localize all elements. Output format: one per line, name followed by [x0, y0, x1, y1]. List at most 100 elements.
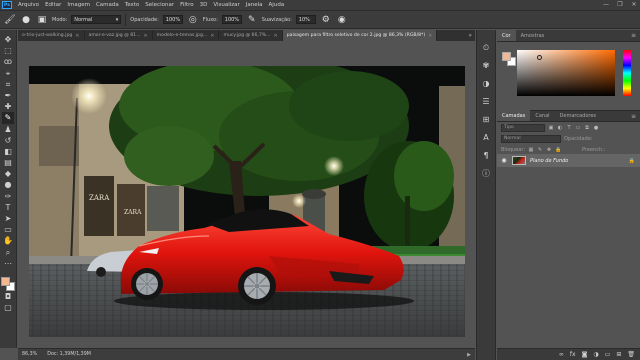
- color-picker-marker[interactable]: [537, 55, 542, 60]
- pen-tool-icon[interactable]: ✑: [2, 191, 14, 202]
- layer-filter-select[interactable]: Tipo: [501, 123, 545, 132]
- menu-texto[interactable]: Texto: [122, 2, 143, 8]
- marquee-tool-icon[interactable]: ⬚: [2, 45, 14, 56]
- libraries-panel-icon[interactable]: ⊞: [480, 114, 492, 126]
- smoothing-input[interactable]: 10%: [295, 15, 316, 24]
- eraser-tool-icon[interactable]: ◧: [2, 146, 14, 157]
- history-panel-icon[interactable]: ⏲: [480, 42, 492, 54]
- character-panel-icon[interactable]: A: [480, 132, 492, 144]
- mode-select[interactable]: Normal ▾: [71, 15, 122, 24]
- minimize-button[interactable]: —: [602, 1, 610, 9]
- menu-janela[interactable]: Janela: [243, 2, 266, 8]
- pressure-opacity-icon[interactable]: ◎: [187, 14, 199, 26]
- properties-panel-icon[interactable]: ☰: [480, 96, 492, 108]
- foreground-color-chip[interactable]: [502, 52, 511, 61]
- tab-document-1[interactable]: o-trio-just-walking.jpg ✕: [18, 30, 85, 41]
- filter-smart-object-icon[interactable]: ⧉: [584, 125, 590, 131]
- path-selection-tool-icon[interactable]: ➤: [2, 213, 14, 224]
- link-layers-icon[interactable]: ∞: [559, 351, 564, 358]
- blur-tool-icon[interactable]: ◆: [2, 168, 14, 179]
- brush-tool-icon[interactable]: 🖌: [4, 14, 16, 26]
- clone-stamp-tool-icon[interactable]: ♟: [2, 124, 14, 135]
- healing-brush-tool-icon[interactable]: ✚: [2, 101, 14, 112]
- tab-document-3[interactable]: modelo-e-temas.jpg... ✕: [153, 30, 220, 41]
- dodge-tool-icon[interactable]: ●: [2, 179, 14, 190]
- tab-document-active[interactable]: paisagem para filtro seletivo de cor 2.j…: [282, 30, 438, 41]
- close-icon[interactable]: ✕: [428, 33, 432, 39]
- menu-imagem[interactable]: Imagem: [64, 2, 93, 8]
- restore-button[interactable]: ❐: [616, 1, 624, 9]
- close-icon[interactable]: ✕: [274, 33, 278, 39]
- menu-camada[interactable]: Camada: [93, 2, 122, 8]
- lock-position-icon[interactable]: ✥: [546, 147, 552, 153]
- lasso-tool-icon[interactable]: ꝏ: [2, 56, 14, 67]
- menu-selecionar[interactable]: Selecionar: [142, 2, 177, 8]
- filter-toggle-icon[interactable]: ●: [593, 125, 599, 131]
- tab-swatches[interactable]: Amostras: [516, 30, 550, 41]
- gradient-tool-icon[interactable]: ▤: [2, 157, 14, 168]
- adjustment-layer-icon[interactable]: ◑: [593, 351, 598, 358]
- layer-row[interactable]: ◉ Plano de Fundo 🔒: [497, 154, 640, 167]
- document-canvas[interactable]: ZARA ZARA: [29, 66, 465, 337]
- layer-name[interactable]: Plano de Fundo: [530, 158, 568, 164]
- filter-shape-icon[interactable]: ▭: [575, 125, 581, 131]
- filter-pixel-icon[interactable]: ▣: [548, 125, 554, 131]
- status-menu-arrow-icon[interactable]: ▶: [467, 352, 471, 358]
- pressure-size-icon[interactable]: ◉: [336, 14, 348, 26]
- layer-style-icon[interactable]: fx: [570, 351, 576, 358]
- new-group-icon[interactable]: ▭: [605, 351, 611, 358]
- zoom-level[interactable]: 86,3%: [22, 352, 37, 357]
- new-layer-icon[interactable]: ⊞: [616, 351, 621, 358]
- menu-arquivo[interactable]: Arquivo: [15, 2, 42, 8]
- more-tools-icon[interactable]: ⋯: [2, 258, 14, 269]
- zoom-tool-icon[interactable]: ⌕: [2, 247, 14, 258]
- menu-3d[interactable]: 3D: [197, 2, 211, 8]
- blend-mode-select[interactable]: Normal: [501, 134, 561, 143]
- type-tool-icon[interactable]: T: [2, 202, 14, 213]
- delete-layer-icon[interactable]: 🗑: [627, 351, 635, 358]
- flow-input[interactable]: 100%: [221, 15, 242, 24]
- menu-editar[interactable]: Editar: [42, 2, 64, 8]
- tab-color[interactable]: Cor: [497, 30, 516, 41]
- color-field[interactable]: [517, 50, 615, 96]
- tab-layers[interactable]: Camadas: [497, 110, 531, 121]
- close-window-button[interactable]: ✕: [630, 1, 638, 9]
- smoothing-settings-gear-icon[interactable]: ⚙: [320, 14, 332, 26]
- tab-document-4[interactable]: mucy.jpg @ 66,7%... ✕: [219, 30, 283, 41]
- adjustments-panel-icon[interactable]: ◑: [480, 78, 492, 90]
- filter-adjustment-icon[interactable]: ◐: [557, 125, 563, 131]
- rectangle-tool-icon[interactable]: ▭: [2, 224, 14, 235]
- brush-settings-panel-icon[interactable]: ✾: [480, 60, 492, 72]
- brush-settings-icon[interactable]: ▣: [36, 14, 48, 26]
- close-icon[interactable]: ✕: [75, 33, 79, 39]
- menu-ajuda[interactable]: Ajuda: [266, 2, 288, 8]
- quick-mask-icon[interactable]: ◘: [2, 291, 14, 302]
- opacity-input[interactable]: 100%: [162, 15, 183, 24]
- color-swatches[interactable]: [1, 276, 15, 291]
- brush-preset-picker-icon[interactable]: ●: [20, 14, 32, 26]
- tab-paths[interactable]: Demarcadores: [555, 110, 601, 121]
- crop-tool-icon[interactable]: ⌗: [2, 79, 14, 90]
- eyedropper-tool-icon[interactable]: ✒: [2, 90, 14, 101]
- visibility-eye-icon[interactable]: ◉: [500, 157, 508, 164]
- airbrush-icon[interactable]: ✎: [246, 14, 258, 26]
- screen-mode-icon[interactable]: ▢: [2, 302, 14, 313]
- menu-filtro[interactable]: Filtro: [177, 2, 196, 8]
- history-brush-tool-icon[interactable]: ↺: [2, 135, 14, 146]
- quick-selection-tool-icon[interactable]: ⌖: [2, 68, 14, 79]
- lock-all-icon[interactable]: 🔒: [555, 147, 561, 153]
- foreground-color-swatch[interactable]: [1, 276, 10, 286]
- hand-tool-icon[interactable]: ✋: [2, 235, 14, 246]
- close-icon[interactable]: ✕: [143, 33, 147, 39]
- move-tool-icon[interactable]: ✥: [2, 34, 14, 45]
- add-mask-icon[interactable]: ◙: [582, 351, 588, 358]
- hue-slider[interactable]: [623, 50, 631, 96]
- filter-type-icon[interactable]: T: [566, 125, 572, 131]
- tab-document-2[interactable]: amor-e-vaz.jpg @ 81... ✕: [85, 30, 153, 41]
- panel-menu-icon[interactable]: ≡: [631, 113, 636, 120]
- menu-visualizar[interactable]: Visualizar: [210, 2, 242, 8]
- info-panel-icon[interactable]: ⓘ: [480, 168, 492, 180]
- lock-transparency-icon[interactable]: ▦: [528, 147, 534, 153]
- canvas-area[interactable]: ZARA ZARA: [18, 41, 475, 348]
- close-icon[interactable]: ✕: [210, 33, 214, 39]
